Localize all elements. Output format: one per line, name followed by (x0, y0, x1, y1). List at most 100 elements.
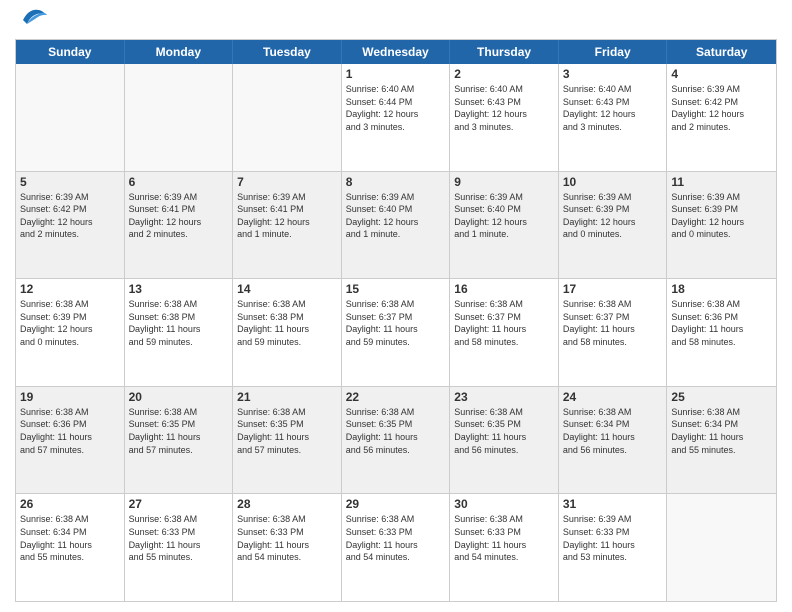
day-info: Sunrise: 6:39 AM Sunset: 6:39 PM Dayligh… (563, 191, 663, 241)
day-info: Sunrise: 6:38 AM Sunset: 6:35 PM Dayligh… (454, 406, 554, 456)
calendar-cell-empty (667, 494, 776, 601)
logo-bird-icon (19, 6, 47, 26)
day-info: Sunrise: 6:39 AM Sunset: 6:40 PM Dayligh… (454, 191, 554, 241)
day-info: Sunrise: 6:38 AM Sunset: 6:36 PM Dayligh… (671, 298, 772, 348)
calendar-cell-28: 28 Sunrise: 6:38 AM Sunset: 6:33 PM Dayli… (233, 494, 342, 601)
day-number: 2 (454, 67, 554, 81)
day-info: Sunrise: 6:38 AM Sunset: 6:33 PM Dayligh… (237, 513, 337, 563)
day-info: Sunrise: 6:38 AM Sunset: 6:33 PM Dayligh… (454, 513, 554, 563)
calendar-cell-1: 1 Sunrise: 6:40 AM Sunset: 6:44 PM Daylig… (342, 64, 451, 171)
calendar-cell-20: 20Sunrise: 6:38 AM Sunset: 6:35 PM Dayli… (125, 387, 234, 494)
day-info: Sunrise: 6:38 AM Sunset: 6:34 PM Dayligh… (20, 513, 120, 563)
day-info: Sunrise: 6:38 AM Sunset: 6:34 PM Dayligh… (671, 406, 772, 456)
day-number: 6 (129, 175, 229, 189)
day-header-monday: Monday (125, 40, 234, 64)
day-info: Sunrise: 6:38 AM Sunset: 6:35 PM Dayligh… (346, 406, 446, 456)
day-info: Sunrise: 6:39 AM Sunset: 6:42 PM Dayligh… (20, 191, 120, 241)
day-info: Sunrise: 6:39 AM Sunset: 6:39 PM Dayligh… (671, 191, 772, 241)
calendar-cell-empty (233, 64, 342, 171)
day-number: 19 (20, 390, 120, 404)
calendar-cell-30: 30 Sunrise: 6:38 AM Sunset: 6:33 PM Dayli… (450, 494, 559, 601)
day-number: 30 (454, 497, 554, 511)
day-info: Sunrise: 6:39 AM Sunset: 6:40 PM Dayligh… (346, 191, 446, 241)
day-number: 25 (671, 390, 772, 404)
calendar-cell-26: 26 Sunrise: 6:38 AM Sunset: 6:34 PM Dayli… (16, 494, 125, 601)
day-info: Sunrise: 6:38 AM Sunset: 6:34 PM Dayligh… (563, 406, 663, 456)
day-header-tuesday: Tuesday (233, 40, 342, 64)
day-info: Sunrise: 6:38 AM Sunset: 6:36 PM Dayligh… (20, 406, 120, 456)
day-number: 7 (237, 175, 337, 189)
calendar-cell-21: 21 Sunrise: 6:38 AM Sunset: 6:35 PM Dayli… (233, 387, 342, 494)
day-info: Sunrise: 6:40 AM Sunset: 6:43 PM Dayligh… (563, 83, 663, 133)
calendar-row-2: 12Sunrise: 6:38 AM Sunset: 6:39 PM Dayli… (16, 278, 776, 386)
calendar-cell-5: 5 Sunrise: 6:39 AM Sunset: 6:42 PM Daylig… (16, 172, 125, 279)
day-number: 10 (563, 175, 663, 189)
day-info: Sunrise: 6:38 AM Sunset: 6:35 PM Dayligh… (129, 406, 229, 456)
day-number: 11 (671, 175, 772, 189)
calendar-cell-23: 23 Sunrise: 6:38 AM Sunset: 6:35 PM Dayli… (450, 387, 559, 494)
calendar-body: 1 Sunrise: 6:40 AM Sunset: 6:44 PM Daylig… (16, 64, 776, 601)
calendar: SundayMondayTuesdayWednesdayThursdayFrid… (15, 39, 777, 602)
day-number: 5 (20, 175, 120, 189)
calendar-cell-22: 22 Sunrise: 6:38 AM Sunset: 6:35 PM Dayli… (342, 387, 451, 494)
day-number: 22 (346, 390, 446, 404)
calendar-cell-4: 4 Sunrise: 6:39 AM Sunset: 6:42 PM Daylig… (667, 64, 776, 171)
calendar-cell-17: 17 Sunrise: 6:38 AM Sunset: 6:37 PM Dayli… (559, 279, 668, 386)
day-number: 15 (346, 282, 446, 296)
page: SundayMondayTuesdayWednesdayThursdayFrid… (0, 0, 792, 612)
calendar-cell-16: 16 Sunrise: 6:38 AM Sunset: 6:37 PM Dayli… (450, 279, 559, 386)
logo (15, 10, 47, 31)
day-number: 26 (20, 497, 120, 511)
day-number: 18 (671, 282, 772, 296)
day-number: 4 (671, 67, 772, 81)
calendar-row-1: 5 Sunrise: 6:39 AM Sunset: 6:42 PM Daylig… (16, 171, 776, 279)
day-number: 27 (129, 497, 229, 511)
calendar-cell-29: 29Sunrise: 6:38 AM Sunset: 6:33 PM Dayli… (342, 494, 451, 601)
day-number: 23 (454, 390, 554, 404)
day-info: Sunrise: 6:39 AM Sunset: 6:41 PM Dayligh… (129, 191, 229, 241)
calendar-cell-25: 25 Sunrise: 6:38 AM Sunset: 6:34 PM Dayli… (667, 387, 776, 494)
day-info: Sunrise: 6:39 AM Sunset: 6:41 PM Dayligh… (237, 191, 337, 241)
calendar-cell-11: 11 Sunrise: 6:39 AM Sunset: 6:39 PM Dayli… (667, 172, 776, 279)
day-info: Sunrise: 6:38 AM Sunset: 6:35 PM Dayligh… (237, 406, 337, 456)
day-number: 1 (346, 67, 446, 81)
day-number: 21 (237, 390, 337, 404)
day-number: 12 (20, 282, 120, 296)
calendar-cell-8: 8Sunrise: 6:39 AM Sunset: 6:40 PM Daylig… (342, 172, 451, 279)
calendar-cell-12: 12Sunrise: 6:38 AM Sunset: 6:39 PM Dayli… (16, 279, 125, 386)
day-number: 17 (563, 282, 663, 296)
calendar-cell-14: 14Sunrise: 6:38 AM Sunset: 6:38 PM Dayli… (233, 279, 342, 386)
day-info: Sunrise: 6:38 AM Sunset: 6:37 PM Dayligh… (454, 298, 554, 348)
day-number: 9 (454, 175, 554, 189)
calendar-cell-31: 31 Sunrise: 6:39 AM Sunset: 6:33 PM Dayli… (559, 494, 668, 601)
calendar-header: SundayMondayTuesdayWednesdayThursdayFrid… (16, 40, 776, 64)
day-number: 31 (563, 497, 663, 511)
day-info: Sunrise: 6:39 AM Sunset: 6:42 PM Dayligh… (671, 83, 772, 133)
day-info: Sunrise: 6:38 AM Sunset: 6:38 PM Dayligh… (237, 298, 337, 348)
day-info: Sunrise: 6:38 AM Sunset: 6:37 PM Dayligh… (346, 298, 446, 348)
day-info: Sunrise: 6:39 AM Sunset: 6:33 PM Dayligh… (563, 513, 663, 563)
calendar-cell-2: 2 Sunrise: 6:40 AM Sunset: 6:43 PM Daylig… (450, 64, 559, 171)
day-info: Sunrise: 6:38 AM Sunset: 6:37 PM Dayligh… (563, 298, 663, 348)
calendar-cell-27: 27 Sunrise: 6:38 AM Sunset: 6:33 PM Dayli… (125, 494, 234, 601)
calendar-cell-6: 6 Sunrise: 6:39 AM Sunset: 6:41 PM Daylig… (125, 172, 234, 279)
day-number: 16 (454, 282, 554, 296)
header (15, 10, 777, 31)
day-info: Sunrise: 6:40 AM Sunset: 6:43 PM Dayligh… (454, 83, 554, 133)
day-info: Sunrise: 6:38 AM Sunset: 6:33 PM Dayligh… (129, 513, 229, 563)
day-number: 29 (346, 497, 446, 511)
calendar-cell-24: 24Sunrise: 6:38 AM Sunset: 6:34 PM Dayli… (559, 387, 668, 494)
calendar-cell-19: 19 Sunrise: 6:38 AM Sunset: 6:36 PM Dayli… (16, 387, 125, 494)
day-info: Sunrise: 6:40 AM Sunset: 6:44 PM Dayligh… (346, 83, 446, 133)
day-number: 3 (563, 67, 663, 81)
calendar-cell-10: 10 Sunrise: 6:39 AM Sunset: 6:39 PM Dayli… (559, 172, 668, 279)
day-header-saturday: Saturday (667, 40, 776, 64)
calendar-row-4: 26 Sunrise: 6:38 AM Sunset: 6:34 PM Dayli… (16, 493, 776, 601)
calendar-cell-empty (125, 64, 234, 171)
day-number: 28 (237, 497, 337, 511)
day-number: 13 (129, 282, 229, 296)
day-header-sunday: Sunday (16, 40, 125, 64)
calendar-cell-15: 15 Sunrise: 6:38 AM Sunset: 6:37 PM Dayli… (342, 279, 451, 386)
calendar-row-0: 1 Sunrise: 6:40 AM Sunset: 6:44 PM Daylig… (16, 64, 776, 171)
day-header-thursday: Thursday (450, 40, 559, 64)
